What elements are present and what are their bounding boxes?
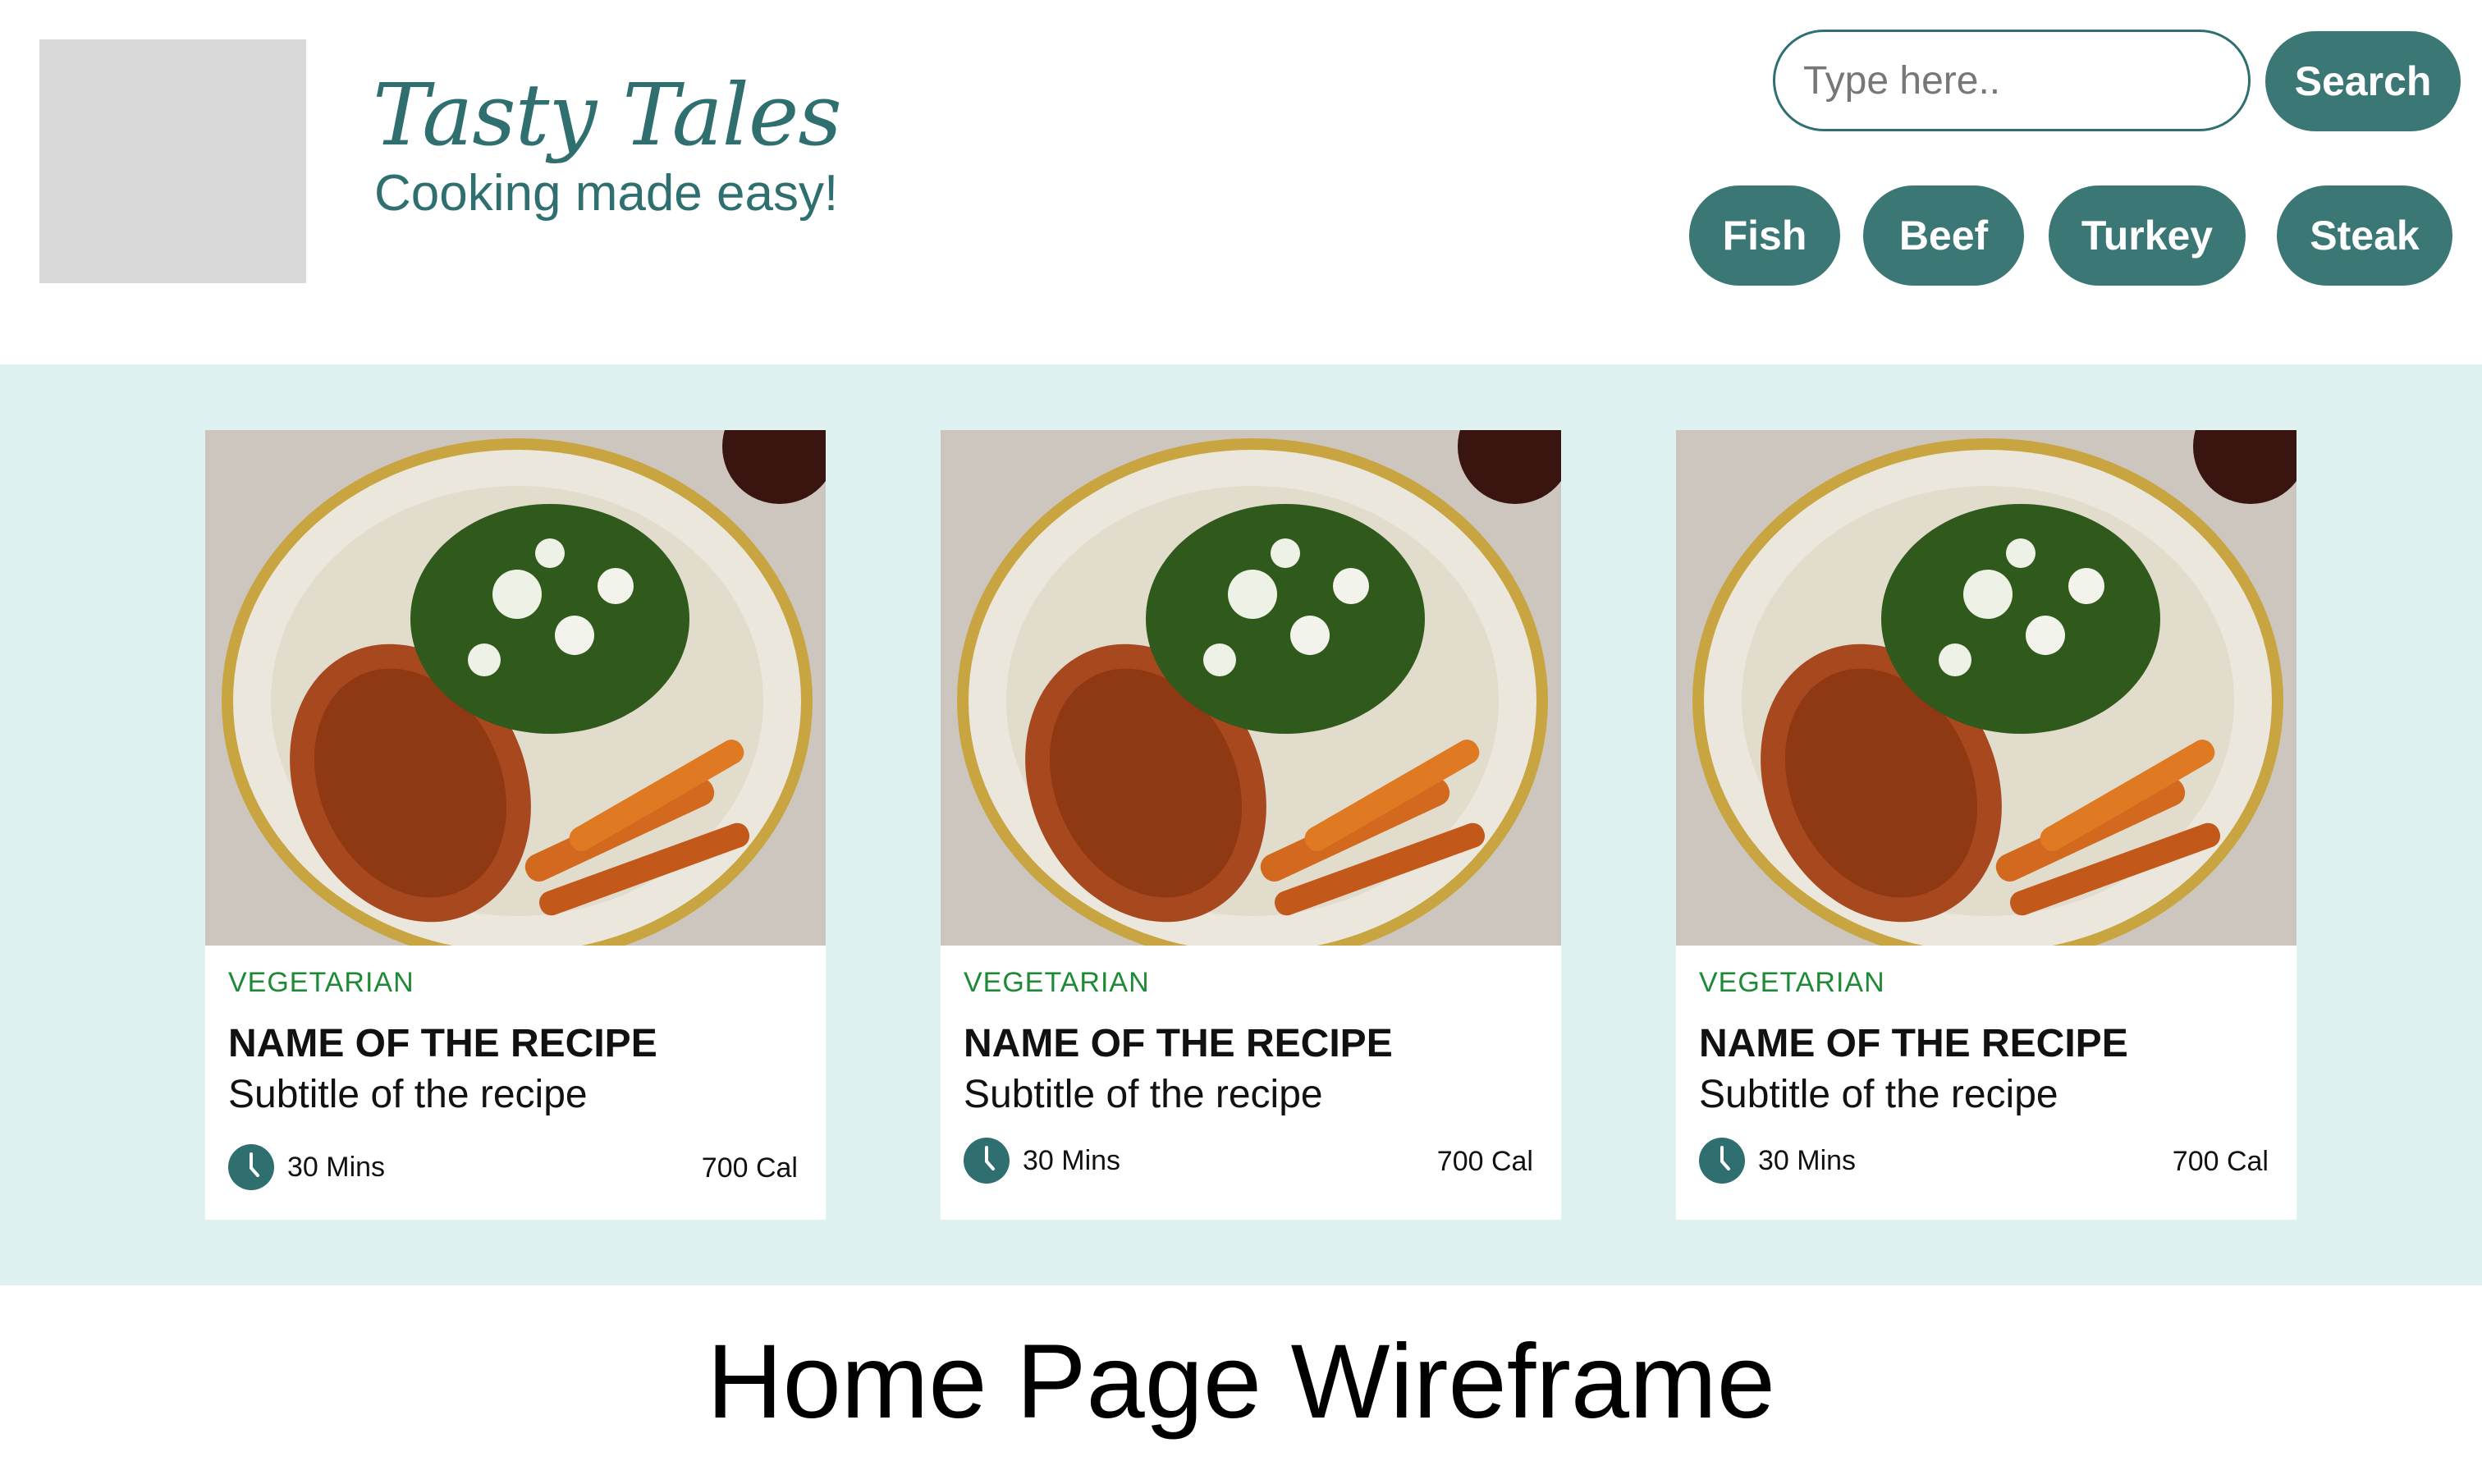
page-caption: Home Page Wireframe: [707, 1323, 1775, 1440]
food-photo: [1676, 430, 2297, 946]
recipe-title: NAME OF THE RECIPE: [1699, 1022, 2128, 1065]
recipe-calories: 700 Cal: [2172, 1146, 2269, 1177]
recipe-category: VEGETARIAN: [1699, 967, 1885, 998]
filter-chip-turkey[interactable]: Turkey: [2049, 186, 2246, 286]
recipe-time: 30 Mins: [228, 1144, 385, 1190]
recipe-title: NAME OF THE RECIPE: [228, 1022, 657, 1065]
recipe-calories: 700 Cal: [1436, 1146, 1533, 1177]
time-label: 30 Mins: [287, 1151, 386, 1183]
recipe-image: [941, 430, 1561, 946]
filter-chip-beef[interactable]: Beef: [1863, 186, 2024, 286]
brand-title: Tasty Tales: [373, 65, 842, 165]
recipe-card[interactable]: VEGETARIAN NAME OF THE RECIPE Subtitle o…: [941, 430, 1561, 1220]
clock-icon: [228, 1144, 274, 1190]
logo-placeholder: [39, 39, 306, 283]
recipe-subtitle: Subtitle of the recipe: [1699, 1073, 2058, 1116]
recipe-subtitle: Subtitle of the recipe: [228, 1073, 588, 1116]
recipe-image: [205, 430, 826, 946]
brand-tagline: Cooking made easy!: [374, 165, 839, 222]
filter-chip-fish[interactable]: Fish: [1689, 186, 1840, 286]
search-input[interactable]: [1773, 30, 2251, 131]
clock-icon: [964, 1138, 1010, 1184]
food-photo: [941, 430, 1561, 946]
search-button[interactable]: Search: [2265, 31, 2461, 131]
recipe-title: NAME OF THE RECIPE: [964, 1022, 1393, 1065]
time-label: 30 Mins: [1758, 1144, 1857, 1176]
home-page: Tasty Tales Cooking made easy! Search Fi…: [0, 0, 2482, 1484]
recipe-time: 30 Mins: [964, 1138, 1120, 1184]
recipe-subtitle: Subtitle of the recipe: [964, 1073, 1323, 1116]
recipe-category: VEGETARIAN: [228, 967, 414, 998]
food-photo: [205, 430, 826, 946]
recipe-card[interactable]: VEGETARIAN NAME OF THE RECIPE Subtitle o…: [1676, 430, 2297, 1220]
recipe-category: VEGETARIAN: [964, 967, 1150, 998]
recipe-image: [1676, 430, 2297, 946]
recipe-calories: 700 Cal: [701, 1152, 798, 1184]
clock-icon: [1699, 1138, 1745, 1184]
recipe-time: 30 Mins: [1699, 1138, 1856, 1184]
recipe-card[interactable]: VEGETARIAN NAME OF THE RECIPE Subtitle o…: [205, 430, 826, 1220]
time-label: 30 Mins: [1023, 1144, 1121, 1176]
filter-chip-steak[interactable]: Steak: [2277, 186, 2452, 286]
